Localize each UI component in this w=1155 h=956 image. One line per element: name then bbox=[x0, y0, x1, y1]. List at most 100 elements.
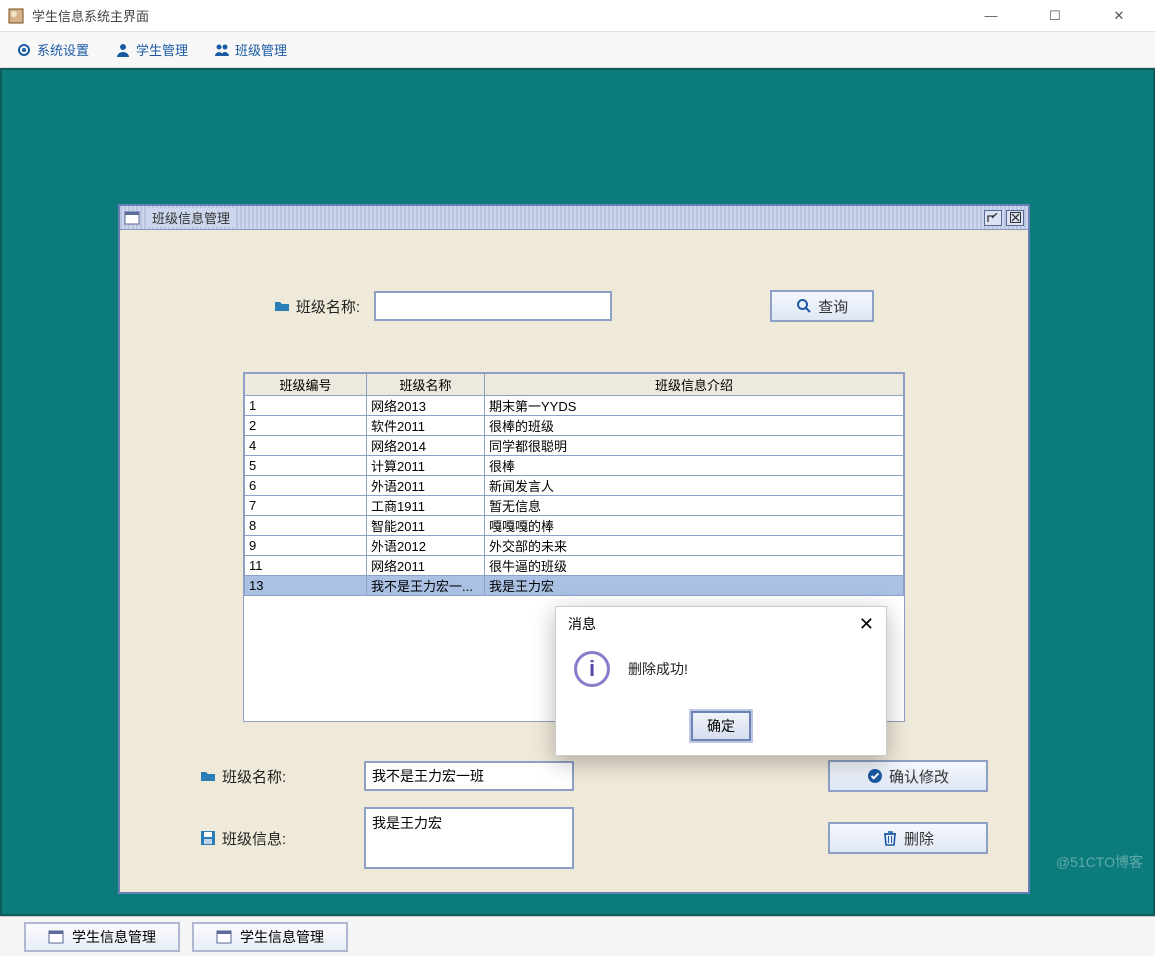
delete-button-label: 删除 bbox=[904, 828, 934, 849]
table-cell-desc: 我是王力宏 bbox=[485, 576, 904, 596]
dialog-ok-button[interactable]: 确定 bbox=[691, 711, 751, 741]
th-name[interactable]: 班级名称 bbox=[367, 374, 485, 396]
form-name-label: 班级名称: bbox=[200, 766, 340, 787]
menu-system-settings[interactable]: 系统设置 bbox=[10, 36, 95, 63]
table-cell-desc: 暂无信息 bbox=[485, 496, 904, 516]
table-row[interactable]: 6外语2011新闻发言人 bbox=[245, 476, 904, 496]
table-header-row: 班级编号 班级名称 班级信息介绍 bbox=[245, 374, 904, 396]
student-icon bbox=[115, 42, 131, 58]
table-cell-id: 9 bbox=[245, 536, 367, 556]
folder-icon bbox=[200, 768, 216, 784]
table-cell-name: 网络2013 bbox=[367, 396, 485, 416]
search-label: 班级名称: bbox=[274, 296, 360, 317]
internal-close-button[interactable] bbox=[1006, 210, 1024, 226]
table-cell-id: 6 bbox=[245, 476, 367, 496]
folder-icon bbox=[274, 298, 290, 314]
form-name-input[interactable] bbox=[364, 761, 574, 791]
menu-class-management-label: 班级管理 bbox=[235, 40, 287, 59]
gear-icon bbox=[16, 42, 32, 58]
dialog-titlebar[interactable]: 消息 ✕ bbox=[556, 607, 886, 641]
table-cell-name: 网络2011 bbox=[367, 556, 485, 576]
table-cell-desc: 同学都很聪明 bbox=[485, 436, 904, 456]
table-cell-desc: 很棒 bbox=[485, 456, 904, 476]
table-cell-id: 5 bbox=[245, 456, 367, 476]
table-cell-id: 1 bbox=[245, 396, 367, 416]
dialog-close-button[interactable]: ✕ bbox=[859, 614, 874, 635]
task-button-1[interactable]: 学生信息管理 bbox=[24, 922, 180, 952]
menu-system-settings-label: 系统设置 bbox=[37, 40, 89, 59]
internal-window-class-info: 班级信息管理 班级名称: bbox=[118, 204, 1030, 894]
check-circle-icon bbox=[867, 768, 883, 784]
menu-student-management-label: 学生管理 bbox=[136, 40, 188, 59]
search-icon bbox=[796, 298, 812, 314]
table-row[interactable]: 7工商1911暂无信息 bbox=[245, 496, 904, 516]
table-cell-name: 智能2011 bbox=[367, 516, 485, 536]
table-cell-desc: 外交部的未来 bbox=[485, 536, 904, 556]
table-row[interactable]: 2软件2011很棒的班级 bbox=[245, 416, 904, 436]
form-info-label: 班级信息: bbox=[200, 828, 340, 849]
info-icon: i bbox=[574, 651, 610, 687]
internal-maximize-button[interactable] bbox=[984, 210, 1002, 226]
table-cell-name: 我不是王力宏一... bbox=[367, 576, 485, 596]
search-input[interactable] bbox=[374, 291, 612, 321]
table-cell-desc: 嘎嘎嘎的棒 bbox=[485, 516, 904, 536]
titlebar: 学生信息系统主界面 — ☐ ✕ bbox=[0, 0, 1155, 32]
table-cell-id: 2 bbox=[245, 416, 367, 436]
menubar: 系统设置 学生管理 班级管理 bbox=[0, 32, 1155, 68]
table-cell-desc: 很牛逼的班级 bbox=[485, 556, 904, 576]
maximize-button[interactable]: ☐ bbox=[1035, 2, 1075, 30]
table-row[interactable]: 8智能2011嘎嘎嘎的棒 bbox=[245, 516, 904, 536]
dialog-message: 删除成功! bbox=[628, 659, 688, 679]
minimize-button[interactable]: — bbox=[971, 2, 1011, 30]
table-cell-name: 工商1911 bbox=[367, 496, 485, 516]
internal-window-titlebar[interactable]: 班级信息管理 bbox=[120, 206, 1028, 230]
watermark: @51CTO博客 bbox=[1056, 852, 1143, 872]
task-button-2[interactable]: 学生信息管理 bbox=[192, 922, 348, 952]
internal-window-title: 班级信息管理 bbox=[146, 208, 236, 227]
form-info-textarea[interactable] bbox=[364, 807, 574, 869]
table-cell-name: 网络2014 bbox=[367, 436, 485, 456]
table-row[interactable]: 5计算2011很棒 bbox=[245, 456, 904, 476]
table-row[interactable]: 13我不是王力宏一...我是王力宏 bbox=[245, 576, 904, 596]
search-button[interactable]: 查询 bbox=[770, 290, 874, 322]
window-icon bbox=[216, 929, 232, 945]
table-cell-name: 计算2011 bbox=[367, 456, 485, 476]
trash-icon bbox=[882, 830, 898, 846]
table-cell-name: 软件2011 bbox=[367, 416, 485, 436]
search-row: 班级名称: 查询 bbox=[136, 290, 1012, 322]
menu-student-management[interactable]: 学生管理 bbox=[109, 36, 194, 63]
th-desc[interactable]: 班级信息介绍 bbox=[485, 374, 904, 396]
table-cell-id: 4 bbox=[245, 436, 367, 456]
table-row[interactable]: 4网络2014同学都很聪明 bbox=[245, 436, 904, 456]
group-icon bbox=[214, 42, 230, 58]
window-icon bbox=[48, 929, 64, 945]
table-cell-id: 13 bbox=[245, 576, 367, 596]
task-button-2-label: 学生信息管理 bbox=[240, 927, 324, 947]
close-button[interactable]: ✕ bbox=[1099, 2, 1139, 30]
table-cell-desc: 期末第一YYDS bbox=[485, 396, 904, 416]
table-cell-name: 外语2011 bbox=[367, 476, 485, 496]
confirm-button[interactable]: 确认修改 bbox=[828, 760, 988, 792]
taskbar: 学生信息管理 学生信息管理 bbox=[0, 916, 1155, 956]
table-row[interactable]: 1网络2013期末第一YYDS bbox=[245, 396, 904, 416]
table-row[interactable]: 11网络2011很牛逼的班级 bbox=[245, 556, 904, 576]
table-cell-id: 8 bbox=[245, 516, 367, 536]
table-cell-id: 7 bbox=[245, 496, 367, 516]
confirm-button-label: 确认修改 bbox=[889, 766, 949, 787]
delete-button[interactable]: 删除 bbox=[828, 822, 988, 854]
table-cell-desc: 很棒的班级 bbox=[485, 416, 904, 436]
menu-class-management[interactable]: 班级管理 bbox=[208, 36, 293, 63]
message-dialog: 消息 ✕ i 删除成功! 确定 bbox=[555, 606, 887, 756]
window-title: 学生信息系统主界面 bbox=[32, 6, 971, 25]
th-id[interactable]: 班级编号 bbox=[245, 374, 367, 396]
window-icon bbox=[124, 210, 140, 226]
table-cell-name: 外语2012 bbox=[367, 536, 485, 556]
app-icon bbox=[8, 8, 24, 24]
table-cell-id: 11 bbox=[245, 556, 367, 576]
search-button-label: 查询 bbox=[818, 296, 848, 317]
table-cell-desc: 新闻发言人 bbox=[485, 476, 904, 496]
table-row[interactable]: 9外语2012外交部的未来 bbox=[245, 536, 904, 556]
mdi-workspace: 班级信息管理 班级名称: bbox=[0, 68, 1155, 916]
disk-icon bbox=[200, 830, 216, 846]
task-button-1-label: 学生信息管理 bbox=[72, 927, 156, 947]
